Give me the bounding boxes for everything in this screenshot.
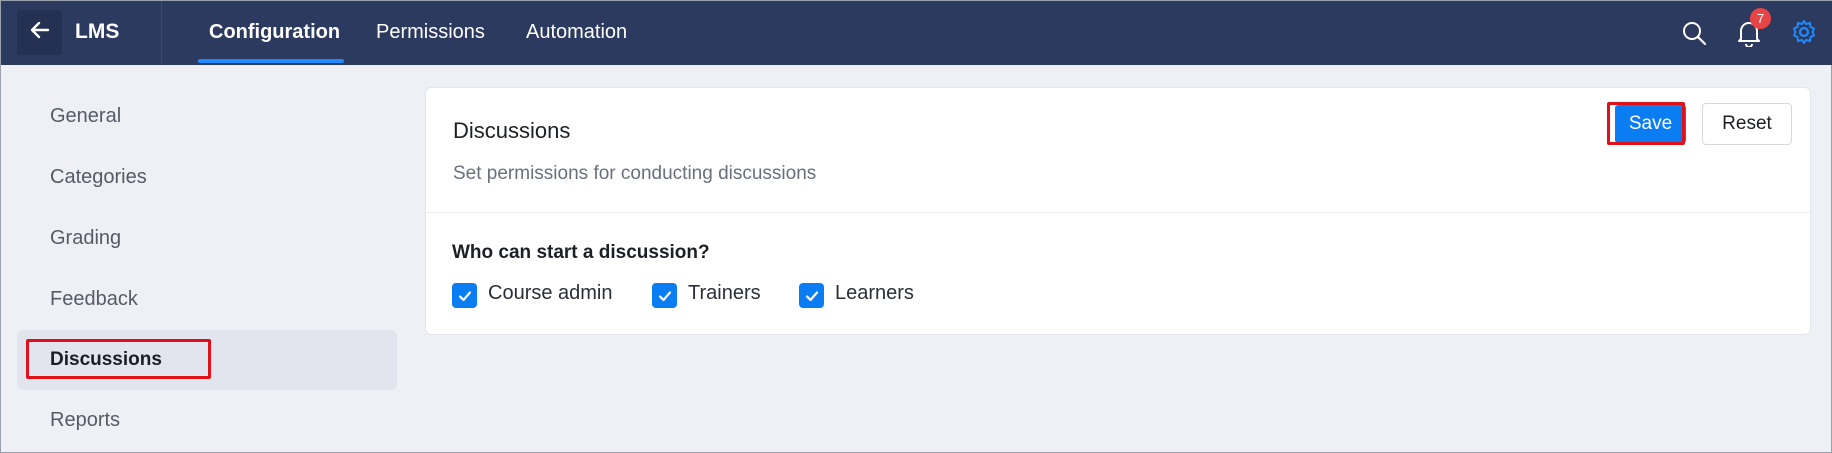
sidebar-item-reports[interactable]: Reports — [50, 409, 120, 432]
start-discussion-question: Who can start a discussion? — [452, 242, 710, 263]
search-icon[interactable] — [1681, 20, 1707, 51]
notification-badge: 7 — [1750, 8, 1771, 29]
tab-permissions[interactable]: Permissions — [376, 21, 485, 44]
tab-automation[interactable]: Automation — [526, 21, 627, 44]
gear-icon[interactable] — [1791, 19, 1817, 50]
checkmark-icon — [458, 290, 471, 301]
learners-checkbox[interactable] — [799, 283, 824, 308]
card-divider — [426, 212, 1810, 213]
trainers-label: Trainers — [688, 282, 761, 304]
discussions-card: Discussions Set permissions for conducti… — [425, 87, 1811, 335]
sidebar-item-feedback[interactable]: Feedback — [50, 288, 138, 311]
reset-button[interactable]: Reset — [1702, 103, 1792, 145]
active-tab-indicator — [198, 59, 344, 63]
tab-configuration[interactable]: Configuration — [209, 21, 340, 44]
learners-label: Learners — [835, 282, 914, 304]
app-title: LMS — [75, 20, 120, 43]
sidebar-item-discussions[interactable]: Discussions — [50, 349, 162, 371]
sidebar-item-grading[interactable]: Grading — [50, 227, 121, 250]
checkmark-icon — [805, 290, 818, 301]
course-admin-label: Course admin — [488, 282, 613, 304]
trainers-checkbox[interactable] — [652, 283, 677, 308]
header-divider — [161, 1, 162, 65]
back-button[interactable] — [17, 10, 62, 55]
sidebar-item-categories[interactable]: Categories — [50, 166, 147, 189]
checkmark-icon — [658, 290, 671, 301]
arrow-left-icon — [29, 19, 51, 46]
card-title: Discussions — [453, 118, 571, 143]
course-admin-checkbox[interactable] — [452, 283, 477, 308]
save-button[interactable]: Save — [1615, 105, 1686, 143]
sidebar-item-general[interactable]: General — [50, 105, 121, 128]
top-bar: LMS Configuration Permissions Automation… — [1, 1, 1832, 65]
card-subtitle: Set permissions for conducting discussio… — [453, 163, 817, 184]
